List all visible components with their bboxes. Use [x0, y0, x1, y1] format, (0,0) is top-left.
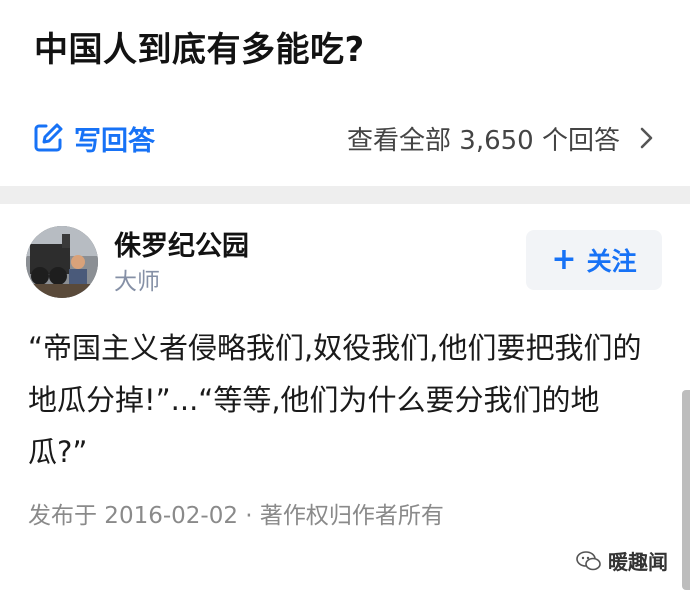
chevron-right-icon [640, 127, 653, 149]
wechat-icon [576, 550, 601, 570]
answer-meta: 发布于 2016-02-02 · 著作权归作者所有 [28, 503, 444, 529]
view-all-answers-link[interactable]: 查看全部 3,650 个回答 [347, 116, 656, 160]
write-answer-button[interactable]: 写回答 [32, 116, 155, 160]
follow-button[interactable]: + 关注 [526, 230, 662, 290]
author-badge: 大师 [114, 269, 160, 295]
avatar-image [26, 226, 98, 298]
plus-icon: + [551, 242, 577, 277]
avatar[interactable] [26, 226, 98, 298]
section-divider [0, 186, 690, 204]
scrollbar[interactable] [682, 390, 690, 590]
edit-icon [34, 123, 63, 152]
answer-card: 侏罗纪公园 大师 + 关注 “帝国主义者侵略我们,奴役我们,他们要把我们的地瓜分… [0, 204, 690, 590]
follow-label: 关注 [586, 247, 637, 276]
answer-content[interactable]: “帝国主义者侵略我们,奴役我们,他们要把我们的地瓜分掉!”...“等等,他们为什… [28, 322, 658, 478]
question-header: 中国人到底有多能吃? 写回答 查看全部 3,650 个回答 [0, 0, 690, 186]
watermark: 暖趣闻 [576, 546, 668, 575]
view-all-answers-label: 查看全部 3,650 个回答 [347, 125, 620, 156]
question-title[interactable]: 中国人到底有多能吃? [34, 22, 365, 71]
author-name[interactable]: 侏罗纪公园 [114, 224, 249, 263]
write-answer-label: 写回答 [74, 125, 155, 157]
watermark-text: 暖趣闻 [608, 550, 668, 574]
